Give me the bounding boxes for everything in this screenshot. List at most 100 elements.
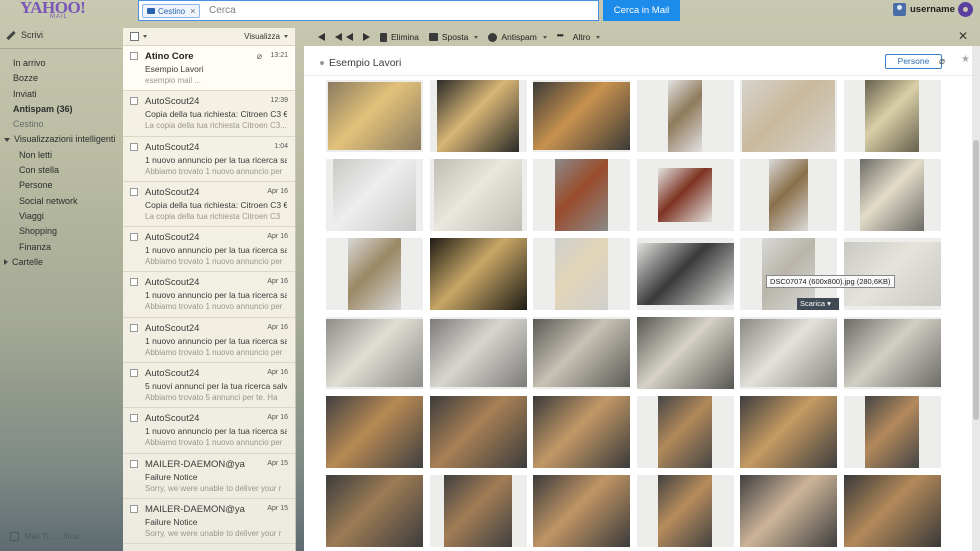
- forward-button[interactable]: [363, 33, 370, 41]
- attachment-thumbnail[interactable]: [429, 475, 527, 547]
- thumbnail-image: [434, 159, 522, 231]
- message-row[interactable]: AutoScout24 12:39 Copia della tua richiest…: [123, 91, 295, 137]
- attachment-thumbnail[interactable]: [326, 317, 423, 389]
- message-row[interactable]: AutoScout24 Apr 16 1 nuovo annuncio per la…: [123, 272, 295, 318]
- message-checkbox[interactable]: [130, 459, 138, 468]
- attachment-thumbnail[interactable]: [429, 159, 527, 231]
- message-checkbox[interactable]: [130, 369, 138, 378]
- attachment-thumbnail[interactable]: [326, 238, 423, 310]
- attachment-thumbnail[interactable]: [533, 159, 630, 231]
- message-row[interactable]: AutoScout24 Apr 16 Copia della tua richies…: [123, 182, 295, 228]
- user-menu[interactable]: username: [893, 3, 955, 16]
- attachment-thumbnail[interactable]: [429, 317, 527, 389]
- attachment-thumbnail[interactable]: [843, 396, 941, 468]
- attachment-thumbnail[interactable]: [326, 80, 423, 152]
- search-bar[interactable]: Cestino ×: [138, 0, 599, 21]
- sidebar-item-con-stella[interactable]: Con stella: [0, 163, 122, 178]
- close-icon[interactable]: ✕: [958, 29, 968, 43]
- attachment-thumbnail[interactable]: [636, 159, 734, 231]
- select-all-dropdown[interactable]: [130, 32, 147, 41]
- message-checkbox[interactable]: [130, 52, 138, 60]
- more-button[interactable]: ••• Altro: [557, 31, 601, 42]
- reply-all-button[interactable]: [335, 33, 353, 41]
- sidebar-item-finanza[interactable]: Finanza: [0, 240, 122, 255]
- sidebar-footer[interactable]: Mail Ti... ...ificar: [10, 532, 81, 541]
- message-row[interactable]: Atino Core ⌀ 13:21 Esempio Lavori esempio ma…: [123, 46, 295, 92]
- attachment-thumbnail[interactable]: [740, 475, 837, 547]
- attachment-thumbnail[interactable]: [740, 159, 837, 231]
- attachment-thumbnail[interactable]: [740, 396, 837, 468]
- message-checkbox[interactable]: [130, 278, 138, 287]
- reply-button[interactable]: [318, 33, 325, 41]
- sidebar-item-non-letti[interactable]: Non letti: [0, 148, 122, 163]
- delete-button[interactable]: Elimina: [380, 32, 419, 42]
- star-icon[interactable]: ★: [961, 54, 970, 65]
- attachment-thumbnail[interactable]: [843, 80, 941, 152]
- message-row[interactable]: AutoScout24 Apr 16 1 nuovo annuncio per la…: [123, 227, 295, 273]
- download-button[interactable]: Scarica ▾: [797, 298, 839, 310]
- search-input[interactable]: [209, 3, 589, 18]
- attachment-icon[interactable]: ⌀: [939, 56, 945, 67]
- sidebar-item-shopping[interactable]: Shopping: [0, 224, 122, 239]
- people-button[interactable]: Persone: [885, 54, 942, 69]
- attachment-thumbnail[interactable]: [429, 396, 527, 468]
- attachment-thumbnail[interactable]: [843, 159, 941, 231]
- sidebar-item-in-arrivo[interactable]: In arrivo: [0, 56, 122, 71]
- sidebar-item-cestino[interactable]: Cestino: [0, 117, 122, 132]
- attachment-thumbnail[interactable]: [533, 238, 630, 310]
- search-folder-chip[interactable]: Cestino ×: [142, 4, 201, 18]
- message-row[interactable]: AutoScout24 Apr 16 5 nuovi annunci per la …: [123, 363, 295, 409]
- message-checkbox[interactable]: [130, 187, 138, 196]
- attachment-thumbnail[interactable]: [636, 238, 734, 310]
- settings-gear-icon[interactable]: [958, 2, 973, 17]
- attachment-thumbnail[interactable]: [740, 80, 837, 152]
- spam-button[interactable]: Antispam: [488, 32, 547, 42]
- attachment-thumbnail[interactable]: [843, 475, 941, 547]
- scrollbar-thumb[interactable]: [973, 140, 979, 420]
- message-row[interactable]: AutoScout24 Apr 16 1 nuovo annuncio per la…: [123, 318, 295, 364]
- message-row[interactable]: MAILER-DAEMON@yaho Apr 15 Failure Notice So…: [123, 499, 295, 545]
- attachment-thumbnail[interactable]: [636, 396, 734, 468]
- message-row[interactable]: AutoScout24 Apr 16 1 nuovo annuncio per la…: [123, 408, 295, 454]
- attachment-thumbnail[interactable]: [326, 475, 423, 547]
- sidebar-item-persone[interactable]: Persone: [0, 178, 122, 193]
- move-button[interactable]: Sposta: [428, 32, 479, 42]
- search-mail-button[interactable]: Cerca in Mail: [603, 0, 680, 21]
- attachment-thumbnail[interactable]: [636, 317, 734, 389]
- sidebar-item-social-network[interactable]: Social network: [0, 194, 122, 209]
- attachment-thumbnail[interactable]: [326, 159, 423, 231]
- sidebar-item-bozze[interactable]: Bozze: [0, 71, 122, 86]
- attachment-thumbnail[interactable]: [636, 475, 734, 547]
- message-checkbox[interactable]: [130, 97, 138, 106]
- yahoo-mail-logo[interactable]: YAHOO! MAIL: [20, 0, 86, 22]
- sidebar-item-visualizzazioni-intelligenti[interactable]: Visualizzazioni intelligenti: [0, 132, 122, 147]
- sidebar-item-label: Inviati: [13, 88, 37, 99]
- message-row[interactable]: AutoScout24 1:04 1 nuovo annuncio per la t…: [123, 137, 295, 182]
- message-checkbox[interactable]: [130, 323, 138, 332]
- message-checkbox[interactable]: [130, 142, 138, 151]
- sidebar-item-cartelle[interactable]: Cartelle: [0, 255, 122, 270]
- attachment-thumbnail[interactable]: [429, 80, 527, 152]
- attachment-thumbnail[interactable]: [533, 396, 630, 468]
- message-checkbox[interactable]: [130, 504, 138, 513]
- view-menu[interactable]: Visualizza: [244, 32, 288, 41]
- chevron-down-icon: [542, 35, 547, 39]
- attachment-thumbnail[interactable]: [843, 238, 941, 310]
- compose-button[interactable]: Scrivi: [6, 30, 43, 40]
- attachment-thumbnail[interactable]: [843, 317, 941, 389]
- message-row[interactable]: MAILER-DAEMON@yaho Apr 15 Failure Notice So…: [123, 454, 295, 499]
- sidebar-item-viaggi[interactable]: Viaggi: [0, 209, 122, 224]
- attachment-thumbnail[interactable]: [636, 80, 734, 152]
- chip-close-icon[interactable]: ×: [190, 6, 195, 16]
- attachment-thumbnail[interactable]: [740, 317, 837, 389]
- select-all-checkbox[interactable]: [130, 32, 139, 41]
- attachment-thumbnail[interactable]: [533, 475, 630, 547]
- attachment-thumbnail[interactable]: [533, 317, 630, 389]
- sidebar-item-inviati[interactable]: Inviati: [0, 87, 122, 102]
- message-checkbox[interactable]: [130, 414, 138, 423]
- message-checkbox[interactable]: [130, 233, 138, 242]
- sidebar-item-antispam-36[interactable]: Antispam (36): [0, 102, 122, 117]
- attachment-thumbnail[interactable]: [326, 396, 423, 468]
- attachment-thumbnail[interactable]: [533, 80, 630, 152]
- attachment-thumbnail[interactable]: [429, 238, 527, 310]
